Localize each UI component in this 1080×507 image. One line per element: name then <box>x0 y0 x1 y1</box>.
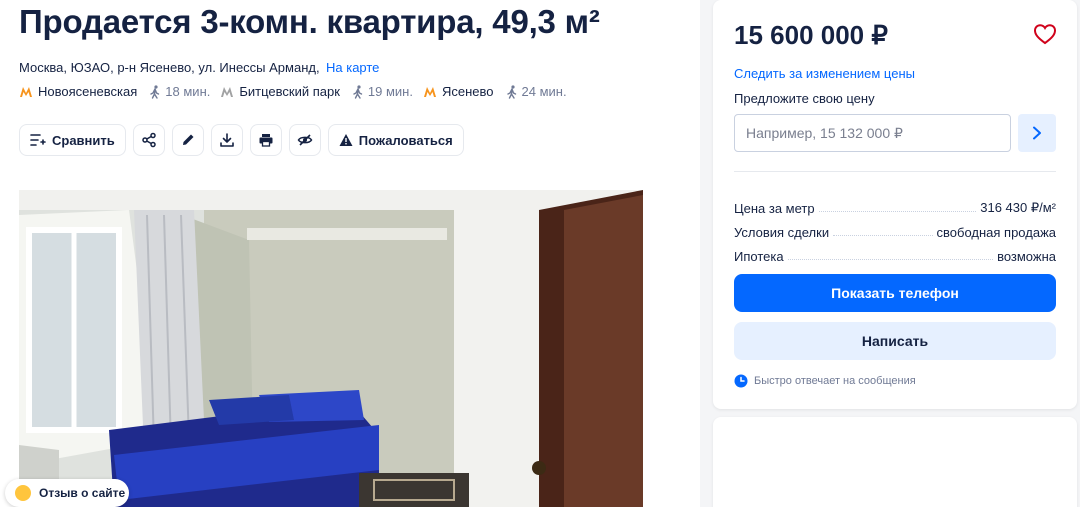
edit-button[interactable] <box>171 124 204 156</box>
address-text[interactable]: Москва, ЮЗАО, р-н Ясенево, ул. Инессы Ар… <box>19 60 320 75</box>
report-button[interactable]: Пожаловаться <box>327 124 464 156</box>
offer-label: Предложите свою цену <box>734 91 875 106</box>
metro-icon <box>221 86 234 97</box>
site-feedback-button[interactable]: Отзыв о сайте <box>5 479 129 507</box>
pedestrian-icon <box>150 84 160 99</box>
divider <box>734 171 1056 172</box>
smile-icon <box>15 485 31 501</box>
price-card: 15 600 000 ₽ Следить за изменением цены … <box>713 0 1077 409</box>
facts-list: Цена за метр 316 430 ₽/м² Условия сделки с… <box>734 192 1056 264</box>
map-link[interactable]: На карте <box>326 60 379 75</box>
fact-row: Ипотека возможна <box>734 249 1056 264</box>
metro-list: Новоясеневская 18 мин. Битцевский парк 1… <box>19 84 577 99</box>
compare-button[interactable]: Сравнить <box>19 124 126 156</box>
offer-price-input[interactable] <box>734 114 1011 152</box>
listing-photo[interactable] <box>19 190 643 507</box>
print-button[interactable] <box>249 124 282 156</box>
metro-station[interactable]: Новоясеневская <box>19 84 137 99</box>
pencil-icon <box>182 134 194 145</box>
share-button[interactable] <box>132 124 165 156</box>
follow-price-link[interactable]: Следить за изменением цены <box>734 66 915 81</box>
show-phone-button[interactable]: Показать телефон <box>734 274 1056 312</box>
walk-time: 18 мин. <box>149 84 210 99</box>
page-title: Продается 3-комн. квартира, 49,3 м² <box>19 3 600 40</box>
secondary-card <box>713 417 1077 507</box>
fact-row: Условия сделки свободная продажа <box>734 225 1056 240</box>
offer-submit-button[interactable] <box>1018 114 1056 152</box>
hide-button[interactable] <box>288 124 321 156</box>
room-photo <box>19 190 643 507</box>
clock-icon <box>734 374 748 388</box>
printer-icon <box>259 134 273 147</box>
compare-icon <box>30 134 46 146</box>
download-icon <box>219 133 234 147</box>
pedestrian-icon <box>506 84 516 99</box>
share-icon <box>142 132 156 148</box>
eye-off-icon <box>297 134 313 146</box>
fast-reply-note: Быстро отвечает на сообщения <box>734 374 916 388</box>
heart-icon[interactable] <box>1033 23 1057 45</box>
metro-station[interactable]: Битцевский парк <box>220 84 340 99</box>
metro-icon <box>20 86 32 97</box>
pedestrian-icon <box>353 84 363 99</box>
warning-icon <box>339 134 353 146</box>
chevron-right-icon <box>1033 126 1041 140</box>
download-button[interactable] <box>210 124 243 156</box>
metro-icon <box>423 86 436 97</box>
listing-toolbar: Сравнить Пожаловаться <box>19 124 471 156</box>
price: 15 600 000 ₽ <box>734 20 888 50</box>
metro-station[interactable]: Ясенево <box>423 84 494 99</box>
write-message-button[interactable]: Написать <box>734 322 1056 360</box>
listing-main: Продается 3-комн. квартира, 49,3 м² Моск… <box>0 0 700 507</box>
address: Москва, ЮЗАО, р-н Ясенево, ул. Инессы Ар… <box>19 60 379 75</box>
walk-time: 24 мин. <box>506 84 567 99</box>
walk-time: 19 мин. <box>352 84 413 99</box>
fact-row: Цена за метр 316 430 ₽/м² <box>734 200 1056 216</box>
